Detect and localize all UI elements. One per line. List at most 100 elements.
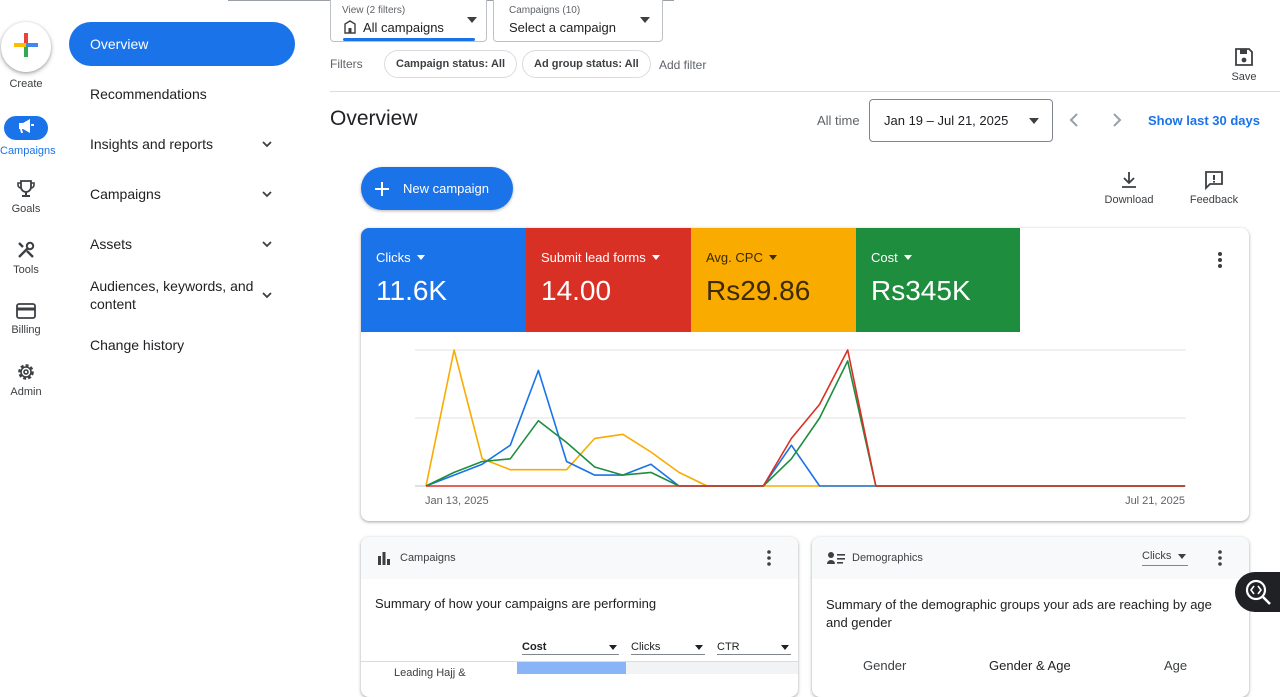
x-axis-end-label: Jul 21, 2025 <box>1125 495 1185 507</box>
demographics-metric-value: Clicks <box>1142 550 1172 562</box>
rail-goals-label: Goals <box>11 203 41 215</box>
dropdown-arrow-icon <box>609 645 617 650</box>
chevron-right-icon[interactable] <box>1110 112 1124 128</box>
nav-recommendations[interactable]: Recommendations <box>69 72 295 116</box>
rail-admin[interactable]: Admin <box>0 362 52 398</box>
show-last-30-days-link[interactable]: Show last 30 days <box>1148 113 1260 128</box>
feedback-label: Feedback <box>1189 194 1239 206</box>
dropdown-arrow-icon <box>651 255 660 260</box>
floating-inspect-button[interactable] <box>1235 572 1280 612</box>
metric-value: 14.00 <box>541 275 612 306</box>
new-campaign-button[interactable]: New campaign <box>361 167 513 210</box>
chevron-down-icon <box>262 241 272 248</box>
download-button[interactable]: Download <box>1100 170 1158 206</box>
feedback-button[interactable]: Feedback <box>1186 170 1242 206</box>
date-range-picker[interactable]: Jan 19 – Jul 21, 2025 <box>869 99 1053 142</box>
nav-audiences-label-1: Audiences, keywords, and <box>90 278 254 294</box>
filters-label: Filters <box>330 57 363 71</box>
all-time-label: All time <box>817 113 860 128</box>
nav-assets[interactable]: Assets <box>69 222 295 266</box>
col-header-label: Cost <box>522 641 547 653</box>
metric-value: 11.6K <box>376 275 448 306</box>
demographics-summary-line-1: Summary of the demographic groups your a… <box>826 597 1212 612</box>
col-header-label: CTR <box>717 641 740 653</box>
view-selector-value: All campaigns <box>363 20 444 35</box>
metric-tile-lead-forms[interactable]: Submit lead forms 14.00 <box>526 228 691 332</box>
dropdown-arrow-icon <box>640 17 650 23</box>
ad-group-status-chip[interactable]: Ad group status: All <box>522 50 651 78</box>
rail-goals[interactable]: Goals <box>0 179 52 215</box>
more-vert-icon[interactable] <box>1213 549 1227 567</box>
chevron-down-icon <box>262 141 272 148</box>
col-header-ctr[interactable]: CTR <box>717 641 791 655</box>
nav-change-history[interactable]: Change history <box>69 323 295 367</box>
bar-chart-icon <box>378 552 390 565</box>
more-vert-icon[interactable] <box>1212 250 1228 270</box>
table-row-label[interactable]: Leading Hajj & <box>394 667 466 679</box>
dropdown-arrow-icon <box>467 17 477 23</box>
series-line-2 <box>425 360 1185 487</box>
dropdown-arrow-icon <box>695 645 703 650</box>
save-button[interactable]: Save <box>1226 47 1262 83</box>
view-selector-label: View (2 filters) <box>342 5 406 16</box>
add-filter-link[interactable]: Add filter <box>659 58 706 72</box>
nav-audiences[interactable]: Audiences, keywords, and content <box>69 272 295 318</box>
demographics-card-title: Demographics <box>852 552 923 564</box>
nav-insights-label: Insights and reports <box>90 136 213 152</box>
create-plus-icon <box>1 22 51 72</box>
rail-tools-label: Tools <box>13 264 39 276</box>
demographics-card: Demographics Clicks Summary of the demog… <box>812 537 1249 697</box>
megaphone-icon <box>4 116 48 140</box>
tab-gender-age[interactable]: Gender & Age <box>989 658 1071 673</box>
nav-change-history-label: Change history <box>90 337 185 353</box>
cost-bar <box>517 662 626 674</box>
series-line-1 <box>425 369 1185 487</box>
table-row-fill <box>626 662 798 674</box>
create-button[interactable]: Create <box>0 22 52 90</box>
dropdown-arrow-icon <box>416 255 425 260</box>
performance-line-chart: Jan 13, 2025 Jul 21, 2025 <box>415 349 1186 507</box>
tab-age[interactable]: Age <box>1164 658 1187 673</box>
save-label: Save <box>1231 71 1257 83</box>
dropdown-arrow-icon <box>1029 118 1039 124</box>
chevron-left-icon[interactable] <box>1067 112 1081 128</box>
page-title: Overview <box>330 107 418 130</box>
view-selector-underline <box>343 38 475 41</box>
new-campaign-label: New campaign <box>403 181 489 196</box>
trophy-icon <box>17 180 35 197</box>
download-label: Download <box>1104 194 1154 206</box>
campaign-status-chip[interactable]: Campaign status: All <box>384 50 517 78</box>
tab-gender[interactable]: Gender <box>863 658 906 673</box>
plus-icon <box>375 181 389 196</box>
people-list-icon <box>827 552 845 564</box>
metric-label: Clicks <box>376 250 411 265</box>
rail-billing[interactable]: Billing <box>0 302 52 336</box>
nav-insights[interactable]: Insights and reports <box>69 122 295 166</box>
metric-tile-cost[interactable]: Cost Rs345K <box>856 228 1020 332</box>
metric-label: Cost <box>871 250 898 265</box>
metric-tile-clicks[interactable]: Clicks 11.6K <box>361 228 526 332</box>
nav-audiences-label-2: content <box>90 296 136 312</box>
more-vert-icon[interactable] <box>762 549 776 567</box>
col-header-clicks[interactable]: Clicks <box>631 641 705 655</box>
demographics-metric-select[interactable]: Clicks <box>1142 550 1188 566</box>
chevron-down-icon <box>262 292 272 299</box>
save-icon <box>1235 48 1253 66</box>
credit-card-icon <box>16 303 36 319</box>
metric-label: Avg. CPC <box>706 250 763 265</box>
col-header-label: Clicks <box>631 641 661 653</box>
col-header-cost[interactable]: Cost <box>522 641 619 655</box>
campaign-selector[interactable]: Campaigns (10) Select a campaign <box>493 0 663 42</box>
nav-overview[interactable]: Overview <box>69 22 295 66</box>
rail-campaigns[interactable]: Campaigns <box>0 116 56 157</box>
download-icon <box>1122 172 1136 188</box>
campaign-selector-label: Campaigns (10) <box>509 5 581 16</box>
rail-tools[interactable]: Tools <box>0 240 52 276</box>
campaign-selector-value: Select a campaign <box>509 20 616 35</box>
nav-campaigns[interactable]: Campaigns <box>69 172 295 216</box>
campaigns-card-summary: Summary of how your campaigns are perfor… <box>375 596 657 611</box>
dropdown-arrow-icon <box>903 255 912 260</box>
metric-tile-avg-cpc[interactable]: Avg. CPC Rs29.86 <box>691 228 856 332</box>
nav-recommendations-label: Recommendations <box>90 86 207 102</box>
view-selector[interactable]: View (2 filters) All campaigns <box>330 0 487 42</box>
